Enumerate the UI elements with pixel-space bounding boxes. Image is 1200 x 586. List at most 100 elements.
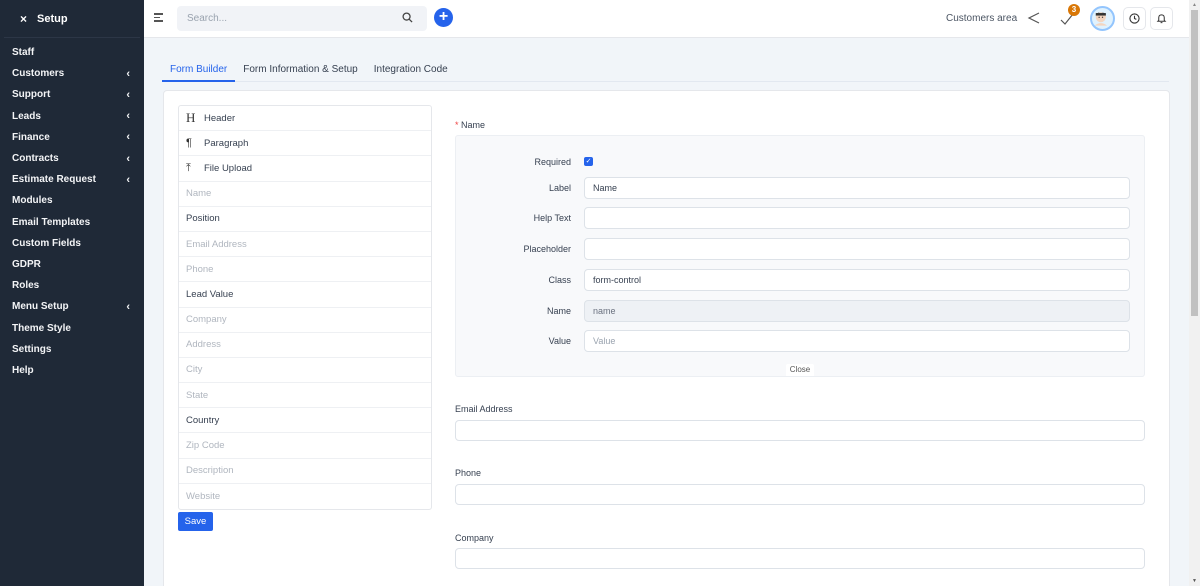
sidebar-item-customers[interactable]: Customers ‹ <box>0 63 144 84</box>
sidebar-item-label: Email Templates <box>12 216 91 228</box>
help-text-input[interactable] <box>584 207 1130 229</box>
label-label: Label <box>548 183 571 193</box>
close-edit-button[interactable]: Close <box>786 364 814 376</box>
palette-control-label: File Upload <box>204 162 253 174</box>
name-attr-label: Name <box>546 306 571 316</box>
palette-control-file-upload[interactable]: ⤒ File Upload <box>179 156 431 182</box>
sidebar-item-theme-style[interactable]: Theme Style <box>0 317 144 338</box>
palette-field-lead-value[interactable]: Lead Value <box>179 282 431 308</box>
sidebar-item-label: Customers <box>12 68 65 80</box>
email-field-label: Email Address <box>455 404 513 414</box>
class-input[interactable]: form-control <box>584 269 1130 291</box>
value-input[interactable]: Value <box>584 330 1130 352</box>
palette-field-zip-code: Zip Code <box>179 433 431 459</box>
sidebar-item-leads[interactable]: Leads ‹ <box>0 106 144 127</box>
sidebar-item-finance[interactable]: Finance ‹ <box>0 127 144 148</box>
label-input[interactable]: Name <box>584 177 1130 199</box>
placeholder-input[interactable] <box>584 238 1130 260</box>
sidebar-item-label: Leads <box>12 110 41 122</box>
sidebar-item-label: Settings <box>12 343 52 355</box>
name-field-label[interactable]: * Name <box>455 120 485 130</box>
form-tabs: Form Builder Form Information & Setup Inte… <box>162 58 1169 82</box>
email-field-input[interactable] <box>455 420 1145 441</box>
sidebar-title: Setup <box>37 12 68 25</box>
required-label: Required <box>534 157 571 167</box>
sidebar-item-estimate-request[interactable]: Estimate Request ‹ <box>0 169 144 190</box>
tab-form-information-setup[interactable]: Form Information & Setup <box>235 58 366 82</box>
palette-field-country[interactable]: Country <box>179 408 431 434</box>
quick-create-button[interactable]: + <box>434 8 453 27</box>
chevron-left-icon: ‹ <box>126 300 130 313</box>
sidebar-item-settings[interactable]: Settings <box>0 339 144 360</box>
palette-field-email-address: Email Address <box>179 232 431 258</box>
upload-icon: ⤒ <box>186 161 191 174</box>
scroll-down-arrow-icon[interactable]: ▼ <box>1192 578 1197 584</box>
sidebar-item-label: Modules <box>12 195 53 207</box>
notifications-button[interactable] <box>1150 7 1173 30</box>
palette-field-website: Website <box>186 490 221 502</box>
sidebar-item-label: Custom Fields <box>12 237 81 249</box>
share-icon[interactable] <box>1027 11 1041 25</box>
tab-integration-code[interactable]: Integration Code <box>366 58 456 82</box>
sidebar-item-custom-fields[interactable]: Custom Fields <box>0 233 144 254</box>
sidebar-item-label: Finance <box>12 131 50 143</box>
chevron-left-icon: ‹ <box>126 131 130 144</box>
close-icon[interactable]: × <box>20 12 27 26</box>
required-star: * <box>455 120 459 130</box>
sidebar-item-modules[interactable]: Modules <box>0 190 144 211</box>
palette-field-state: State <box>179 383 431 409</box>
palette-control-label: Paragraph <box>204 137 249 149</box>
class-label: Class <box>548 275 571 285</box>
chevron-left-icon: ‹ <box>126 67 130 80</box>
search-icon[interactable] <box>402 12 413 23</box>
sidebar-item-label: Help <box>12 364 34 376</box>
phone-field-label: Phone <box>455 468 482 478</box>
phone-field-input[interactable] <box>455 484 1145 505</box>
sidebar-item-email-templates[interactable]: Email Templates <box>0 212 144 233</box>
chevron-left-icon: ‹ <box>126 88 130 101</box>
sidebar-item-gdpr[interactable]: GDPR <box>0 254 144 275</box>
topbar: Search... + Customers area 3 <box>144 0 1189 38</box>
sidebar-item-roles[interactable]: Roles <box>0 275 144 296</box>
bell-icon <box>1156 14 1167 24</box>
sidebar-header: × Setup <box>4 0 140 38</box>
palette-control-label: Header <box>204 112 236 124</box>
sidebar-item-staff[interactable]: Staff <box>0 42 144 63</box>
placeholder-label: Placeholder <box>523 244 571 254</box>
chevron-left-icon: ‹ <box>126 173 130 186</box>
palette-field-phone: Phone <box>179 257 431 283</box>
palette-field-position[interactable]: Position <box>179 207 431 232</box>
sidebar: × Setup Staff Customers ‹ Support ‹ Leads ‹ Fin… <box>0 0 144 586</box>
palette-control-header[interactable]: H Header <box>179 106 431 132</box>
sidebar-item-label: Staff <box>12 47 35 59</box>
clock-icon <box>1129 13 1140 24</box>
customers-area-link[interactable]: Customers area <box>946 13 1017 24</box>
header-icon: H <box>186 110 196 126</box>
tab-form-builder[interactable]: Form Builder <box>162 58 236 82</box>
field-palette: H Header ¶ Paragraph ⤒ File Upload Name Positio… <box>178 105 432 510</box>
chevron-left-icon: ‹ <box>126 152 130 165</box>
page-scrollbar[interactable]: ▲ ▼ <box>1189 0 1200 586</box>
sidebar-item-help[interactable]: Help <box>0 360 144 381</box>
sidebar-item-label: Support <box>12 89 51 101</box>
avatar[interactable] <box>1090 6 1115 31</box>
menu-toggle-icon[interactable] <box>154 13 163 23</box>
scroll-up-arrow-icon[interactable]: ▲ <box>1192 2 1197 8</box>
name-field-label-text: Name <box>461 120 486 130</box>
palette-field-company: Company <box>179 308 431 333</box>
sidebar-item-label: GDPR <box>12 258 41 270</box>
search-input[interactable]: Search... <box>177 6 427 31</box>
sidebar-item-menu-setup[interactable]: Menu Setup ‹ <box>0 296 144 317</box>
required-checkbox[interactable]: ✓ <box>584 157 593 166</box>
save-button[interactable]: Save <box>178 512 213 531</box>
sidebar-item-contracts[interactable]: Contracts ‹ <box>0 148 144 169</box>
sidebar-item-label: Contracts <box>12 153 59 165</box>
palette-control-paragraph[interactable]: ¶ Paragraph <box>179 131 431 157</box>
search-placeholder: Search... <box>187 13 228 24</box>
company-field-input[interactable] <box>455 548 1145 569</box>
scrollbar-thumb[interactable] <box>1191 10 1198 316</box>
sidebar-item-label: Theme Style <box>12 322 71 334</box>
name-attr-input: name <box>584 300 1130 322</box>
sidebar-item-support[interactable]: Support ‹ <box>0 84 144 105</box>
clock-button[interactable] <box>1123 7 1146 30</box>
